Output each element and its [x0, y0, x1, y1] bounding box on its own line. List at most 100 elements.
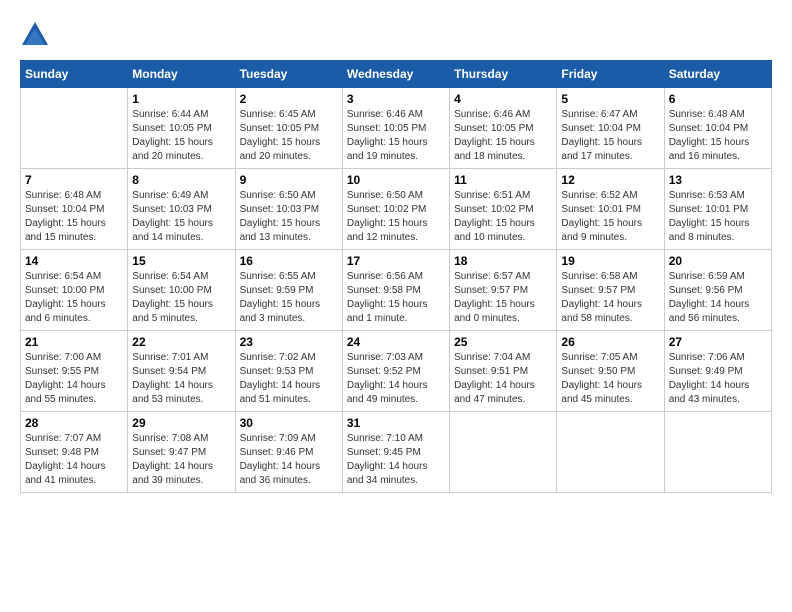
day-info: Sunrise: 6:56 AM Sunset: 9:58 PM Dayligh…: [347, 270, 445, 326]
calendar-cell: 31 Sunrise: 7:10 AM Sunset: 9:45 PM Dayli…: [342, 412, 449, 493]
calendar-week-4: 21Sunrise: 7:00 AM Sunset: 9:55 PM Dayli…: [21, 331, 772, 412]
calendar-week-1: 1 Sunrise: 6:44 AM Sunset: 10:05 PM Dayli…: [21, 88, 772, 169]
day-info: Sunrise: 6:48 AM Sunset: 10:04 PM Daylig…: [669, 108, 767, 164]
calendar-cell: 11Sunrise: 6:51 AM Sunset: 10:02 PM Dayl…: [450, 169, 557, 250]
day-number: 20: [669, 254, 767, 268]
calendar-cell: 3 Sunrise: 6:46 AM Sunset: 10:05 PM Dayli…: [342, 88, 449, 169]
day-number: 29: [132, 416, 230, 430]
day-info: Sunrise: 6:55 AM Sunset: 9:59 PM Dayligh…: [240, 270, 338, 326]
header-row: SundayMondayTuesdayWednesdayThursdayFrid…: [21, 61, 772, 88]
day-number: 30: [240, 416, 338, 430]
calendar-cell: 23 Sunrise: 7:02 AM Sunset: 9:53 PM Dayli…: [235, 331, 342, 412]
page-header: [20, 20, 772, 50]
day-info: Sunrise: 6:51 AM Sunset: 10:02 PM Daylig…: [454, 189, 552, 245]
calendar-cell: 19Sunrise: 6:58 AM Sunset: 9:57 PM Dayli…: [557, 250, 664, 331]
header-day-friday: Friday: [557, 61, 664, 88]
day-info: Sunrise: 7:02 AM Sunset: 9:53 PM Dayligh…: [240, 351, 338, 407]
day-number: 26: [561, 335, 659, 349]
day-info: Sunrise: 7:01 AM Sunset: 9:54 PM Dayligh…: [132, 351, 230, 407]
day-number: 28: [25, 416, 123, 430]
day-number: 3: [347, 92, 445, 106]
day-info: Sunrise: 6:50 AM Sunset: 10:03 PM Daylig…: [240, 189, 338, 245]
calendar-cell: 26 Sunrise: 7:05 AM Sunset: 9:50 PM Dayli…: [557, 331, 664, 412]
day-info: Sunrise: 6:45 AM Sunset: 10:05 PM Daylig…: [240, 108, 338, 164]
day-info: Sunrise: 6:46 AM Sunset: 10:05 PM Daylig…: [347, 108, 445, 164]
day-info: Sunrise: 6:53 AM Sunset: 10:01 PM Daylig…: [669, 189, 767, 245]
day-number: 15: [132, 254, 230, 268]
calendar-cell: 16 Sunrise: 6:55 AM Sunset: 9:59 PM Dayli…: [235, 250, 342, 331]
day-info: Sunrise: 7:09 AM Sunset: 9:46 PM Dayligh…: [240, 432, 338, 488]
calendar-cell: 4 Sunrise: 6:46 AM Sunset: 10:05 PM Dayli…: [450, 88, 557, 169]
calendar-cell: 17 Sunrise: 6:56 AM Sunset: 9:58 PM Dayli…: [342, 250, 449, 331]
calendar-cell: 12 Sunrise: 6:52 AM Sunset: 10:01 PM Dayl…: [557, 169, 664, 250]
calendar-cell: [557, 412, 664, 493]
day-info: Sunrise: 6:49 AM Sunset: 10:03 PM Daylig…: [132, 189, 230, 245]
calendar-week-5: 28 Sunrise: 7:07 AM Sunset: 9:48 PM Dayli…: [21, 412, 772, 493]
calendar-table: SundayMondayTuesdayWednesdayThursdayFrid…: [20, 60, 772, 493]
calendar-cell: 24 Sunrise: 7:03 AM Sunset: 9:52 PM Dayli…: [342, 331, 449, 412]
day-number: 22: [132, 335, 230, 349]
day-number: 1: [132, 92, 230, 106]
day-number: 2: [240, 92, 338, 106]
header-day-thursday: Thursday: [450, 61, 557, 88]
logo-icon: [20, 20, 50, 50]
day-number: 6: [669, 92, 767, 106]
calendar-cell: 15 Sunrise: 6:54 AM Sunset: 10:00 PM Dayl…: [128, 250, 235, 331]
day-number: 25: [454, 335, 552, 349]
day-info: Sunrise: 6:54 AM Sunset: 10:00 PM Daylig…: [25, 270, 123, 326]
day-number: 18: [454, 254, 552, 268]
calendar-cell: 30 Sunrise: 7:09 AM Sunset: 9:46 PM Dayli…: [235, 412, 342, 493]
day-number: 4: [454, 92, 552, 106]
day-number: 13: [669, 173, 767, 187]
day-info: Sunrise: 6:52 AM Sunset: 10:01 PM Daylig…: [561, 189, 659, 245]
calendar-cell: [450, 412, 557, 493]
day-number: 27: [669, 335, 767, 349]
header-day-monday: Monday: [128, 61, 235, 88]
calendar-cell: 18 Sunrise: 6:57 AM Sunset: 9:57 PM Dayli…: [450, 250, 557, 331]
day-info: Sunrise: 7:10 AM Sunset: 9:45 PM Dayligh…: [347, 432, 445, 488]
day-info: Sunrise: 7:05 AM Sunset: 9:50 PM Dayligh…: [561, 351, 659, 407]
calendar-cell: 9 Sunrise: 6:50 AM Sunset: 10:03 PM Dayli…: [235, 169, 342, 250]
header-day-saturday: Saturday: [664, 61, 771, 88]
header-day-sunday: Sunday: [21, 61, 128, 88]
day-number: 24: [347, 335, 445, 349]
calendar-header: SundayMondayTuesdayWednesdayThursdayFrid…: [21, 61, 772, 88]
day-info: Sunrise: 6:50 AM Sunset: 10:02 PM Daylig…: [347, 189, 445, 245]
calendar-body: 1 Sunrise: 6:44 AM Sunset: 10:05 PM Dayli…: [21, 88, 772, 493]
day-info: Sunrise: 7:07 AM Sunset: 9:48 PM Dayligh…: [25, 432, 123, 488]
day-number: 9: [240, 173, 338, 187]
day-info: Sunrise: 7:04 AM Sunset: 9:51 PM Dayligh…: [454, 351, 552, 407]
calendar-cell: 7Sunrise: 6:48 AM Sunset: 10:04 PM Dayli…: [21, 169, 128, 250]
day-info: Sunrise: 7:00 AM Sunset: 9:55 PM Dayligh…: [25, 351, 123, 407]
calendar-week-2: 7Sunrise: 6:48 AM Sunset: 10:04 PM Dayli…: [21, 169, 772, 250]
day-number: 10: [347, 173, 445, 187]
calendar-cell: 29 Sunrise: 7:08 AM Sunset: 9:47 PM Dayli…: [128, 412, 235, 493]
calendar-cell: 2 Sunrise: 6:45 AM Sunset: 10:05 PM Dayli…: [235, 88, 342, 169]
calendar-cell: 5Sunrise: 6:47 AM Sunset: 10:04 PM Dayli…: [557, 88, 664, 169]
day-number: 19: [561, 254, 659, 268]
day-info: Sunrise: 6:57 AM Sunset: 9:57 PM Dayligh…: [454, 270, 552, 326]
calendar-cell: [664, 412, 771, 493]
day-info: Sunrise: 6:48 AM Sunset: 10:04 PM Daylig…: [25, 189, 123, 245]
day-info: Sunrise: 6:54 AM Sunset: 10:00 PM Daylig…: [132, 270, 230, 326]
day-info: Sunrise: 7:06 AM Sunset: 9:49 PM Dayligh…: [669, 351, 767, 407]
day-info: Sunrise: 7:03 AM Sunset: 9:52 PM Dayligh…: [347, 351, 445, 407]
day-number: 5: [561, 92, 659, 106]
day-number: 14: [25, 254, 123, 268]
calendar-cell: 13 Sunrise: 6:53 AM Sunset: 10:01 PM Dayl…: [664, 169, 771, 250]
calendar-cell: 6 Sunrise: 6:48 AM Sunset: 10:04 PM Dayli…: [664, 88, 771, 169]
calendar-cell: 22 Sunrise: 7:01 AM Sunset: 9:54 PM Dayli…: [128, 331, 235, 412]
logo: [20, 20, 55, 50]
calendar-cell: 25 Sunrise: 7:04 AM Sunset: 9:51 PM Dayli…: [450, 331, 557, 412]
day-number: 16: [240, 254, 338, 268]
day-info: Sunrise: 6:46 AM Sunset: 10:05 PM Daylig…: [454, 108, 552, 164]
calendar-cell: 20Sunrise: 6:59 AM Sunset: 9:56 PM Dayli…: [664, 250, 771, 331]
calendar-cell: 10 Sunrise: 6:50 AM Sunset: 10:02 PM Dayl…: [342, 169, 449, 250]
day-number: 31: [347, 416, 445, 430]
day-number: 17: [347, 254, 445, 268]
day-info: Sunrise: 6:44 AM Sunset: 10:05 PM Daylig…: [132, 108, 230, 164]
day-info: Sunrise: 7:08 AM Sunset: 9:47 PM Dayligh…: [132, 432, 230, 488]
day-number: 23: [240, 335, 338, 349]
day-number: 12: [561, 173, 659, 187]
calendar-cell: 1 Sunrise: 6:44 AM Sunset: 10:05 PM Dayli…: [128, 88, 235, 169]
